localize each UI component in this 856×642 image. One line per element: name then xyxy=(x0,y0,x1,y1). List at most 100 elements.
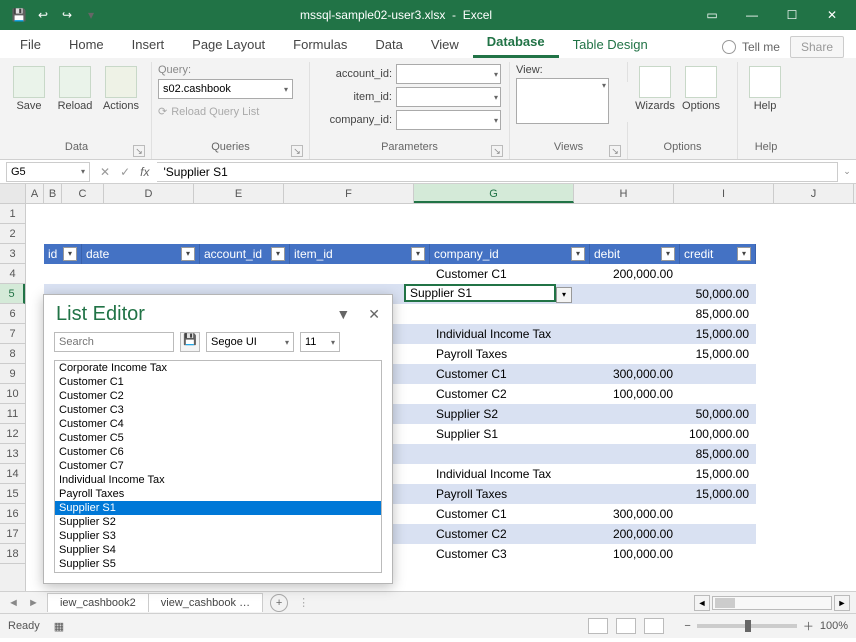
list-item[interactable]: Customer C3 xyxy=(55,403,381,417)
cell[interactable] xyxy=(590,484,680,504)
add-sheet-button[interactable]: + xyxy=(270,594,288,612)
cell[interactable]: 50,000.00 xyxy=(680,404,756,424)
col-header-F[interactable]: F xyxy=(284,184,414,203)
group-data-dialog[interactable]: ↘ xyxy=(133,145,145,157)
view-break-icon[interactable] xyxy=(644,618,664,634)
cell[interactable] xyxy=(430,444,590,464)
cell[interactable]: 300,000.00 xyxy=(590,364,680,384)
cell[interactable] xyxy=(590,464,680,484)
cell[interactable] xyxy=(680,524,756,544)
cell[interactable] xyxy=(680,544,756,564)
cell[interactable]: Customer C3 xyxy=(430,544,590,564)
col-header-D[interactable]: D xyxy=(104,184,194,203)
col-header-C[interactable]: C xyxy=(62,184,104,203)
cell[interactable]: 85,000.00 xyxy=(680,444,756,464)
cell[interactable]: Individual Income Tax xyxy=(430,464,590,484)
cell[interactable] xyxy=(590,424,680,444)
filter-icon[interactable]: ▾ xyxy=(661,247,675,261)
zoom-control[interactable]: − ＋ 100% xyxy=(684,618,848,634)
cell[interactable] xyxy=(44,264,82,284)
qat-undo-icon[interactable]: ↩ xyxy=(34,6,52,24)
cell[interactable] xyxy=(430,304,590,324)
list-font-combo[interactable]: Segoe UI▾ xyxy=(206,332,294,352)
list-item[interactable]: Supplier S3 xyxy=(55,529,381,543)
filter-icon[interactable]: ▾ xyxy=(181,247,195,261)
cell[interactable] xyxy=(82,264,200,284)
tell-me[interactable]: Tell me xyxy=(722,40,780,54)
cell[interactable]: Customer C1 xyxy=(430,264,590,284)
list-item[interactable]: Customer C6 xyxy=(55,445,381,459)
cell[interactable]: Supplier S2 xyxy=(430,404,590,424)
row-header-1[interactable]: 1 xyxy=(0,204,25,224)
col-header-A[interactable]: A xyxy=(26,184,44,203)
hscroll-left[interactable]: ◄ xyxy=(694,595,710,611)
sheet-tab-2[interactable]: view_cashbook … xyxy=(148,593,263,612)
row-header-13[interactable]: 13 xyxy=(0,444,25,464)
list-item[interactable]: Supplier S2 xyxy=(55,515,381,529)
close-icon[interactable]: ✕ xyxy=(812,2,852,28)
row-header-7[interactable]: 7 xyxy=(0,324,25,344)
cell-dropdown-icon[interactable]: ▾ xyxy=(556,287,572,303)
hscroll-right[interactable]: ► xyxy=(834,595,850,611)
list-save-button[interactable]: 💾 xyxy=(180,332,200,352)
list-item[interactable]: Supplier S1 xyxy=(55,501,381,515)
row-header-4[interactable]: 4 xyxy=(0,264,25,284)
tab-tabledesign[interactable]: Table Design xyxy=(559,31,662,58)
wizards-button[interactable]: Wizards xyxy=(634,64,676,112)
zoom-in-icon[interactable]: ＋ xyxy=(803,618,814,634)
select-all-corner[interactable] xyxy=(0,184,26,203)
list-item[interactable]: Customer C2 xyxy=(55,389,381,403)
cell[interactable] xyxy=(590,304,680,324)
row-header-2[interactable]: 2 xyxy=(0,224,25,244)
list-item[interactable]: Customer C1 xyxy=(55,375,381,389)
table-col-date[interactable]: date▾ xyxy=(82,244,200,264)
view-page-icon[interactable] xyxy=(616,618,636,634)
query-combo[interactable]: s02.cashbook▾ xyxy=(158,79,293,99)
qat-redo-icon[interactable]: ↪ xyxy=(58,6,76,24)
tab-insert[interactable]: Insert xyxy=(118,31,179,58)
cell[interactable]: Individual Income Tax xyxy=(430,324,590,344)
list-item[interactable]: Supplier S5 xyxy=(55,557,381,571)
col-header-J[interactable]: J xyxy=(774,184,854,203)
filter-icon[interactable]: ▾ xyxy=(63,247,77,261)
list-editor-menu-icon[interactable]: ▼ xyxy=(336,306,350,323)
list-search-input[interactable] xyxy=(54,332,174,352)
cell[interactable] xyxy=(590,284,680,304)
cell[interactable]: Customer C1 xyxy=(430,364,590,384)
param-itemid-combo[interactable]: ▾ xyxy=(396,87,501,107)
tab-pagelayout[interactable]: Page Layout xyxy=(178,31,279,58)
table-col-company_id[interactable]: company_id▾ xyxy=(430,244,590,264)
qat-customize-icon[interactable]: ▾ xyxy=(82,6,100,24)
cell[interactable] xyxy=(680,384,756,404)
list-item[interactable]: Supplier S6 xyxy=(55,571,381,573)
group-params-dialog[interactable]: ↘ xyxy=(491,145,503,157)
name-box[interactable]: G5▾ xyxy=(6,162,90,182)
maximize-icon[interactable]: ☐ xyxy=(772,2,812,28)
table-col-account_id[interactable]: account_id▾ xyxy=(200,244,290,264)
ribbon-display-icon[interactable]: ▭ xyxy=(692,2,732,28)
cell[interactable]: 15,000.00 xyxy=(680,464,756,484)
cell[interactable]: Payroll Taxes xyxy=(430,484,590,504)
row-header-9[interactable]: 9 xyxy=(0,364,25,384)
col-header-B[interactable]: B xyxy=(44,184,62,203)
tab-view[interactable]: View xyxy=(417,31,473,58)
reload-button[interactable]: Reload xyxy=(54,64,96,112)
col-header-I[interactable]: I xyxy=(674,184,774,203)
minimize-icon[interactable]: ― xyxy=(732,2,772,28)
cell[interactable]: 100,000.00 xyxy=(590,384,680,404)
list-item[interactable]: Individual Income Tax xyxy=(55,473,381,487)
cell[interactable] xyxy=(680,264,756,284)
list-item[interactable]: Corporate Income Tax xyxy=(55,361,381,375)
cell[interactable] xyxy=(590,344,680,364)
sheet-tab-1[interactable]: iew_cashbook2 xyxy=(47,593,149,612)
table-col-item_id[interactable]: item_id▾ xyxy=(290,244,430,264)
accept-formula-icon[interactable]: ✓ xyxy=(120,165,130,179)
cell[interactable] xyxy=(290,264,430,284)
group-queries-dialog[interactable]: ↘ xyxy=(291,145,303,157)
list-editor-close-icon[interactable]: ✕ xyxy=(368,306,380,323)
cell[interactable] xyxy=(590,444,680,464)
filter-icon[interactable]: ▾ xyxy=(271,247,285,261)
view-normal-icon[interactable] xyxy=(588,618,608,634)
tab-database[interactable]: Database xyxy=(473,28,559,58)
cell[interactable]: 50,000.00 xyxy=(680,284,756,304)
